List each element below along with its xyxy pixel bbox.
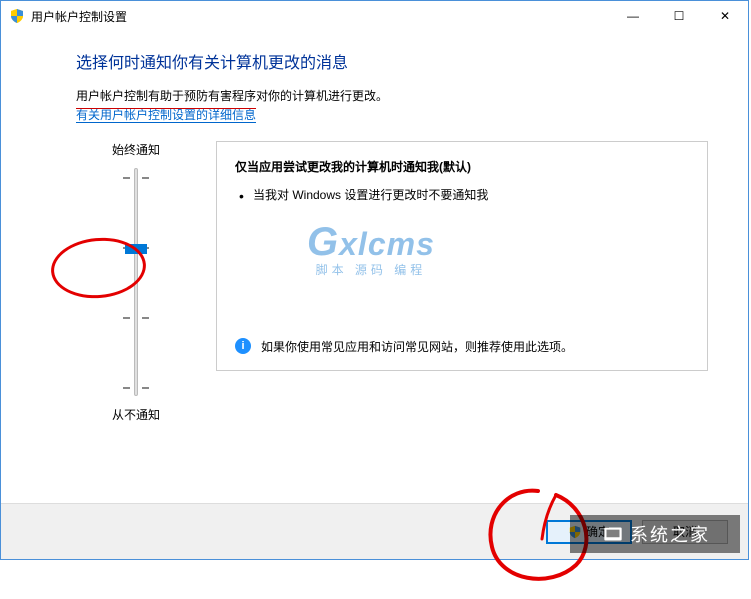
shield-icon	[9, 8, 25, 24]
slider-tick	[123, 317, 149, 319]
slider-tick	[123, 387, 149, 389]
minimize-button[interactable]: —	[610, 1, 656, 31]
description-title: 仅当应用尝试更改我的计算机时通知我(默认)	[235, 158, 689, 175]
titlebar: 用户帐户控制设置 — ☐ ✕	[1, 1, 748, 31]
content-area: 选择何时通知你有关计算机更改的消息 用户帐户控制有助于预防有害程序对你的计算机进…	[1, 31, 748, 423]
uac-slider[interactable]	[134, 168, 138, 396]
body-area: 始终通知 从不通知 仅当应用尝试更改我的计算机时通知我(默认) 当我	[76, 141, 708, 423]
maximize-button[interactable]: ☐	[656, 1, 702, 31]
uac-info-link[interactable]: 有关用户帐户控制设置的详细信息	[76, 108, 256, 123]
watermark: Gxlcms 脚本 源码 编程	[307, 220, 435, 278]
uac-window: 用户帐户控制设置 — ☐ ✕ 选择何时通知你有关计算机更改的消息 用户帐户控制有…	[0, 0, 749, 560]
slider-track-wrap	[76, 168, 196, 396]
slider-label-never: 从不通知	[76, 406, 196, 423]
slider-tick	[123, 177, 149, 179]
description-list: 当我对 Windows 设置进行更改时不要通知我	[235, 185, 689, 205]
info-icon: i	[235, 338, 251, 354]
description-bullet: 当我对 Windows 设置进行更改时不要通知我	[253, 185, 689, 205]
window-controls: — ☐ ✕	[610, 1, 748, 31]
info-text: 如果你使用常见应用和访问常见网站，则推荐使用此选项。	[261, 338, 573, 356]
close-button[interactable]: ✕	[702, 1, 748, 31]
window-title: 用户帐户控制设置	[31, 8, 127, 25]
slider-label-always: 始终通知	[76, 141, 196, 158]
description-box: 仅当应用尝试更改我的计算机时通知我(默认) 当我对 Windows 设置进行更改…	[216, 141, 708, 371]
slider-column: 始终通知 从不通知	[76, 141, 196, 423]
overlay-logo: 系统之家	[570, 515, 740, 553]
overlay-logo-icon	[600, 521, 626, 547]
info-row: i 如果你使用常见应用和访问常见网站，则推荐使用此选项。	[235, 338, 689, 356]
page-heading: 选择何时通知你有关计算机更改的消息	[76, 49, 708, 73]
page-subtext: 用户帐户控制有助于预防有害程序对你的计算机进行更改。	[76, 87, 708, 106]
slider-thumb[interactable]	[125, 244, 147, 254]
overlay-logo-text: 系统之家	[630, 521, 710, 547]
